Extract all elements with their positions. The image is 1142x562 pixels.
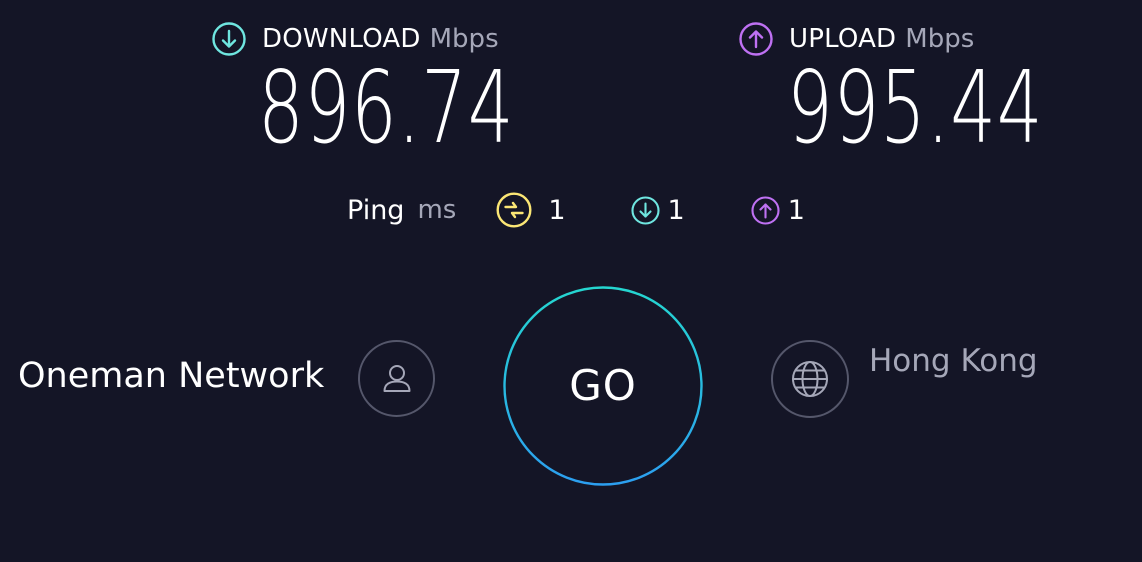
- server-location[interactable]: Hong Kong: [869, 343, 1038, 379]
- ping-download: 1: [630, 194, 685, 226]
- ping-download-value: 1: [667, 194, 685, 226]
- ping-row: Ping ms 1 1 1: [347, 190, 805, 230]
- idle-latency-icon: [496, 192, 532, 228]
- download-arrow-icon: [212, 22, 246, 56]
- globe-icon: [792, 361, 828, 397]
- upload-arrow-icon: [739, 22, 773, 56]
- ping-label: Ping: [347, 194, 405, 226]
- go-label: GO: [569, 361, 637, 410]
- ping-idle-value: 1: [548, 194, 566, 226]
- ping-idle: 1: [496, 192, 566, 228]
- download-speed-value: 896.74: [258, 49, 515, 166]
- speedtest-panel: DOWNLOAD Mbps 896.74 UPLOAD Mbps 995.44 …: [0, 0, 1142, 562]
- change-server-button[interactable]: [771, 340, 849, 418]
- go-button[interactable]: GO: [503, 286, 703, 486]
- upload-speed-value: 995.44: [787, 49, 1044, 166]
- ping-upload-value: 1: [787, 194, 805, 226]
- person-icon: [383, 364, 410, 392]
- ping-upload: 1: [751, 195, 805, 226]
- upload-latency-icon: [751, 195, 780, 225]
- ping-unit: ms: [417, 195, 457, 225]
- provider-name[interactable]: Oneman Network: [18, 356, 324, 396]
- download-latency-icon: [630, 195, 660, 225]
- change-provider-button[interactable]: [358, 340, 435, 417]
